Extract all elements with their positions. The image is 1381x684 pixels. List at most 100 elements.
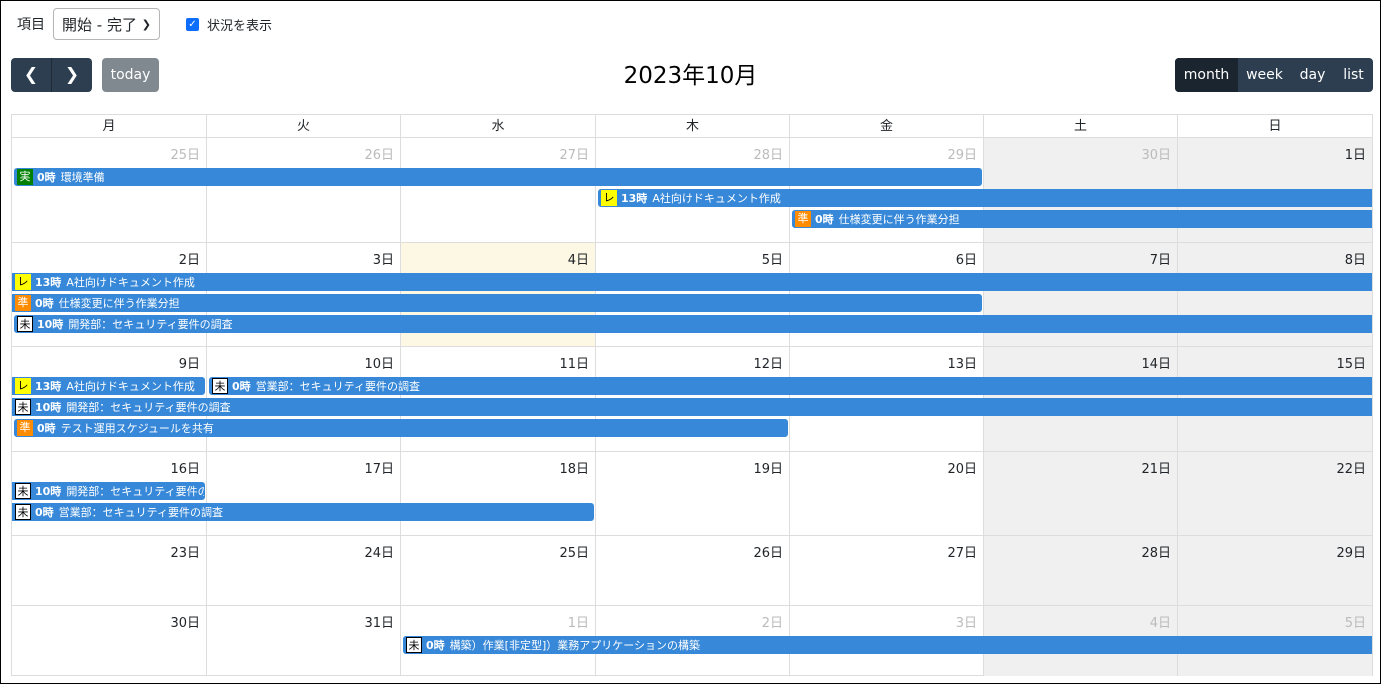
day-number[interactable]: 21日 — [1141, 458, 1171, 477]
calendar-event[interactable]: 未 0時 営業部：セキュリティ要件の調査 — [209, 377, 1372, 395]
day-number[interactable]: 16日 — [170, 458, 200, 477]
day-number[interactable]: 22日 — [1336, 458, 1366, 477]
day-number[interactable]: 10日 — [364, 353, 394, 372]
day-cell[interactable]: 25日 — [12, 138, 207, 243]
day-cell[interactable]: 17日 — [207, 452, 401, 536]
day-number[interactable]: 25日 — [170, 144, 200, 163]
calendar-event[interactable]: 未 10時開発部：セキュリティ要件の調査 — [12, 482, 205, 500]
calendar-event[interactable]: 準 0時 仕様変更に伴う作業分担 — [792, 210, 1372, 228]
day-cell[interactable]: 27日 — [401, 138, 596, 243]
show-status-checkbox[interactable]: ✓ — [186, 17, 199, 31]
view-list-button[interactable]: list — [1334, 58, 1373, 92]
calendar-event[interactable]: 未 10時開発部：セキュリティ要件の調査 — [12, 398, 1372, 416]
day-number[interactable]: 4日 — [1150, 612, 1171, 631]
day-number[interactable]: 25日 — [559, 542, 589, 561]
event-title: 仕様変更に伴う作業分担 — [58, 297, 180, 310]
day-cell[interactable]: 26日 — [207, 138, 401, 243]
calendar-event[interactable]: レ 13時 A社向けドキュメント作成 — [598, 189, 1372, 207]
day-cell[interactable]: 29日 — [1178, 536, 1372, 606]
event-time: 10時 — [35, 401, 62, 414]
day-cell[interactable]: 28日 — [984, 536, 1178, 606]
day-number[interactable]: 28日 — [753, 144, 783, 163]
day-number[interactable]: 28日 — [1141, 542, 1171, 561]
day-number[interactable]: 24日 — [364, 542, 394, 561]
calendar-event[interactable]: 未 0時 構築）作業[非定型]）業務アプリケーションの構築 — [403, 636, 1372, 654]
day-number[interactable]: 30日 — [1141, 144, 1171, 163]
day-number[interactable]: 11日 — [559, 353, 589, 372]
day-number[interactable]: 5日 — [1345, 612, 1366, 631]
filter-bar: 項目 開始 - 完了 ❯ ✓ 状況を表示 — [17, 7, 272, 41]
day-number[interactable]: 9日 — [179, 353, 200, 372]
day-cell[interactable]: 25日 — [401, 536, 596, 606]
status-badge: 準 — [795, 211, 811, 227]
day-cell[interactable]: 21日 — [984, 452, 1178, 536]
event-time: 0時 — [232, 380, 251, 393]
status-badge: 未 — [15, 399, 31, 415]
item-select[interactable]: 開始 - 完了 ❯ — [53, 8, 160, 40]
event-title: 仕様変更に伴う作業分担 — [838, 213, 960, 226]
event-time: 0時 — [37, 422, 56, 435]
day-number[interactable]: 2日 — [762, 612, 783, 631]
item-select-value: 開始 - 完了 — [62, 15, 137, 34]
weekday-header: 水 — [401, 115, 596, 138]
day-cell[interactable]: 24日 — [207, 536, 401, 606]
day-cell[interactable]: 23日 — [12, 536, 207, 606]
weekday-header: 月 — [12, 115, 207, 138]
calendar-event[interactable]: 実 0時 環境準備 — [14, 168, 982, 186]
day-cell[interactable]: 30日 — [12, 606, 207, 676]
day-number[interactable]: 12日 — [753, 353, 783, 372]
day-cell[interactable]: 19日 — [596, 452, 790, 536]
day-cell[interactable]: 20日 — [790, 452, 984, 536]
day-cell[interactable]: 26日 — [596, 536, 790, 606]
calendar-event[interactable]: 未 0時 営業部：セキュリティ要件の調査 — [12, 503, 594, 521]
calendar-event[interactable]: 準 0時 テスト運用スケジュールを共有 — [14, 419, 788, 437]
event-title: テスト運用スケジュールを共有 — [60, 422, 214, 435]
view-day-button[interactable]: day — [1291, 58, 1334, 92]
day-number[interactable]: 27日 — [559, 144, 589, 163]
weekday-header: 日 — [1268, 119, 1282, 134]
day-number[interactable]: 29日 — [1336, 542, 1366, 561]
event-time: 0時 — [426, 639, 445, 652]
day-cell[interactable]: 27日 — [790, 536, 984, 606]
day-number[interactable]: 15日 — [1336, 353, 1366, 372]
calendar-event[interactable]: 未 10時開発部：セキュリティ要件の調査 — [14, 315, 1372, 333]
event-title: A社向けドキュメント作成 — [66, 276, 195, 289]
day-number[interactable]: 29日 — [947, 144, 977, 163]
day-cell[interactable]: 31日 — [207, 606, 401, 676]
day-number[interactable]: 5日 — [762, 249, 783, 268]
show-status-toggle[interactable]: ✓ 状況を表示 — [186, 15, 272, 34]
day-number[interactable]: 19日 — [753, 458, 783, 477]
status-badge: 未 — [406, 637, 422, 653]
day-number[interactable]: 26日 — [753, 542, 783, 561]
day-number[interactable]: 7日 — [1150, 249, 1171, 268]
day-number[interactable]: 8日 — [1345, 249, 1366, 268]
calendar-event[interactable]: 準 0時 仕様変更に伴う作業分担 — [12, 294, 982, 312]
day-number[interactable]: 31日 — [364, 612, 394, 631]
day-number[interactable]: 2日 — [179, 249, 200, 268]
day-number[interactable]: 13日 — [947, 353, 977, 372]
status-badge: 未 — [15, 483, 31, 499]
day-number[interactable]: 14日 — [1141, 353, 1171, 372]
calendar-event[interactable]: レ 13時 A社向けドキュメント作成 — [12, 377, 205, 395]
day-number[interactable]: 26日 — [364, 144, 394, 163]
day-number[interactable]: 4日 — [568, 249, 589, 268]
day-number[interactable]: 18日 — [559, 458, 589, 477]
calendar-event[interactable]: レ 13時 A社向けドキュメント作成 — [12, 273, 1372, 291]
day-number[interactable]: 6日 — [956, 249, 977, 268]
day-number[interactable]: 27日 — [947, 542, 977, 561]
event-title: 構築）作業[非定型]）業務アプリケーションの構築 — [449, 639, 701, 652]
day-number[interactable]: 1日 — [568, 612, 589, 631]
day-number[interactable]: 30日 — [170, 612, 200, 631]
day-number[interactable]: 23日 — [170, 542, 200, 561]
day-number[interactable]: 17日 — [364, 458, 394, 477]
day-cell[interactable]: 22日 — [1178, 452, 1372, 536]
status-badge: 実 — [17, 169, 33, 185]
day-cell[interactable]: 18日 — [401, 452, 596, 536]
day-number[interactable]: 20日 — [947, 458, 977, 477]
day-number[interactable]: 1日 — [1345, 144, 1366, 163]
event-time: 10時 — [35, 485, 62, 498]
view-week-button[interactable]: week — [1238, 58, 1291, 92]
view-month-button[interactable]: month — [1175, 58, 1238, 92]
day-number[interactable]: 3日 — [373, 249, 394, 268]
day-number[interactable]: 3日 — [956, 612, 977, 631]
